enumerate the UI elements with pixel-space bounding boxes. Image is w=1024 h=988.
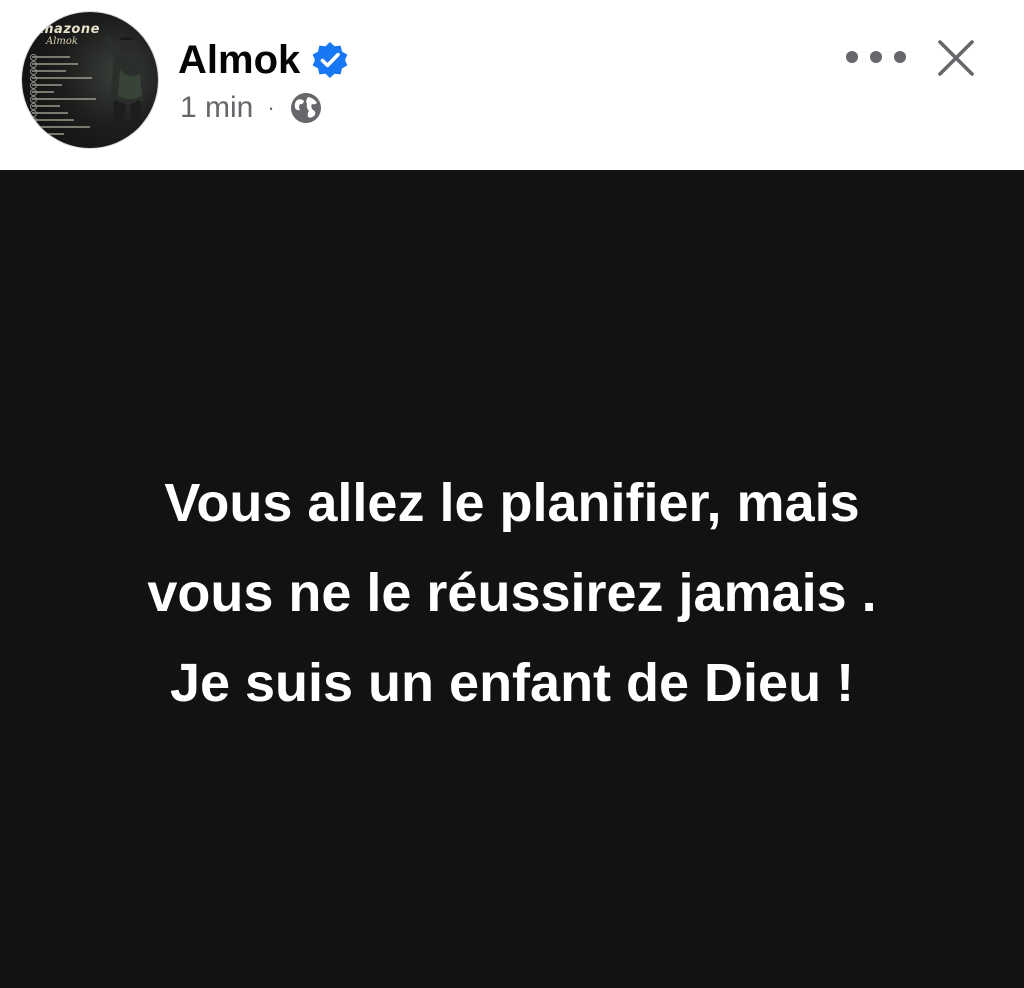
avatar[interactable]: mazone Almok [22, 12, 158, 148]
more-horizontal-icon-dot [846, 51, 858, 63]
post-header: mazone Almok Almok 1 min · [0, 0, 1024, 170]
globe-icon [290, 93, 321, 123]
post-content[interactable]: Vous allez le planifier, mais vous ne le… [0, 170, 1024, 988]
post-card: mazone Almok Almok 1 min · Vous allez le… [0, 0, 1024, 988]
author-row: Almok [178, 34, 350, 86]
post-timestamp[interactable]: 1 min [180, 91, 253, 125]
more-options-button[interactable] [846, 40, 906, 74]
verified-badge-icon [312, 42, 348, 78]
avatar-figure-image [104, 36, 144, 138]
meta-separator: · [267, 95, 275, 120]
more-horizontal-icon-dot [870, 51, 882, 63]
post-meta: 1 min · [180, 86, 323, 130]
post-text: Vous allez le planifier, mais vous ne le… [147, 473, 877, 713]
author-name[interactable]: Almok [178, 38, 300, 83]
avatar-brand-text: mazone [40, 22, 100, 37]
avatar-script-text: Almok [46, 36, 78, 47]
more-horizontal-icon-dot [894, 51, 906, 63]
avatar-tracklist [30, 54, 102, 140]
close-icon[interactable] [930, 32, 982, 84]
